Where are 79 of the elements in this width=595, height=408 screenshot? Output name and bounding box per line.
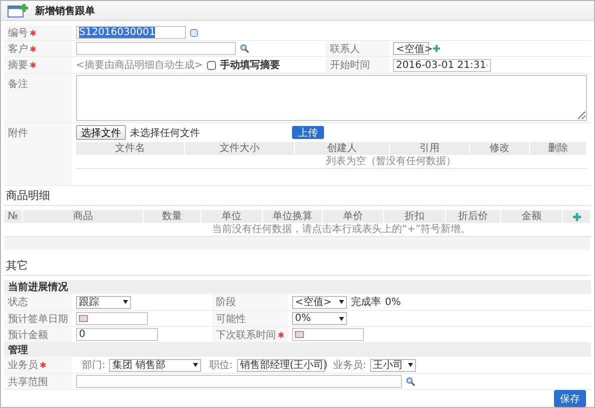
picker-label: 职位: — [209, 359, 233, 372]
add-icon[interactable] — [433, 45, 440, 52]
field-label: 状态 — [8, 296, 28, 309]
page-title: 新增销售跟单 — [35, 4, 95, 18]
text-field[interactable]: 0 — [76, 328, 158, 341]
date-field[interactable] — [76, 312, 148, 325]
text-area[interactable] — [76, 75, 587, 121]
field-label: 业务员 — [8, 358, 38, 372]
field-label: 开始时间 — [330, 58, 370, 72]
subsection-title: 当前进展情况 — [8, 280, 68, 294]
dropdown[interactable]: 王小司 — [370, 358, 416, 372]
add-icon[interactable] — [572, 212, 580, 220]
column-header: 折后价 — [446, 210, 501, 223]
column-header: 文件名 — [76, 142, 185, 155]
column-header: 引用 — [390, 142, 470, 155]
text-field[interactable] — [76, 375, 402, 388]
required-icon — [30, 46, 36, 52]
column-header: 创建人 — [295, 142, 390, 155]
field-label: 摘要 — [8, 58, 28, 72]
column-header: 金额 — [501, 210, 563, 223]
refresh-icon[interactable] — [190, 28, 198, 36]
text-field[interactable]: S12016030001 — [76, 26, 186, 39]
upload-button[interactable]: 上传 — [292, 126, 324, 139]
field-label: 编号 — [8, 26, 28, 40]
checkbox[interactable] — [206, 60, 216, 70]
rate-label: 完成率 — [351, 296, 381, 309]
caret-icon — [339, 300, 344, 304]
search-icon[interactable] — [240, 44, 249, 53]
dropdown[interactable]: 0% — [292, 312, 347, 325]
date-field[interactable] — [292, 328, 364, 341]
section-title: 商品明细 — [6, 188, 50, 203]
field-label: 可能性 — [216, 312, 246, 326]
required-icon — [40, 362, 46, 368]
file-status: 未选择任何文件 — [130, 126, 200, 140]
required-icon — [30, 30, 36, 36]
column-header: 单位换算 — [263, 210, 323, 223]
checkbox-label[interactable]: 手动填写摘要 — [220, 58, 280, 72]
section-title: 其它 — [6, 258, 28, 273]
dropdown[interactable]: 集团 销售部 — [109, 358, 202, 372]
field-label: 下次联系时间 — [216, 328, 276, 342]
caret-icon — [339, 316, 344, 320]
column-header: 数量 — [144, 210, 201, 223]
field-label: 预计签单日期 — [8, 312, 68, 326]
column-header: 单位 — [201, 210, 263, 223]
required-icon — [30, 62, 36, 68]
picker-label: 业务员: — [332, 358, 366, 372]
dropdown[interactable]: 销售部经理(王小司) — [236, 358, 325, 372]
column-header: 折扣 — [384, 210, 446, 223]
column-header: 删除 — [530, 142, 587, 155]
field-label: 附件 — [8, 127, 28, 140]
rate-value: 0% — [385, 296, 401, 308]
field-label: 阶段 — [216, 296, 236, 309]
empty-message: 列表为空（暂没有任何数据） — [76, 155, 587, 169]
required-icon — [278, 332, 284, 338]
dropdown[interactable]: 跟踪 — [76, 296, 131, 308]
column-header: 修改 — [470, 142, 530, 155]
caret-icon — [408, 363, 414, 367]
field-label: 客户 — [8, 42, 28, 56]
choose-file-button[interactable]: 选择文件 — [76, 125, 126, 140]
column-header: 商品 — [23, 210, 144, 223]
picker-label: 部门: — [82, 358, 106, 372]
date-field[interactable]: 2016-03-01 21:31 — [393, 58, 491, 72]
field-label: 预计金额 — [8, 328, 48, 342]
subsection-title: 管理 — [8, 344, 28, 357]
caret-icon — [123, 300, 128, 304]
caret-icon — [193, 363, 198, 367]
dropdown[interactable]: <空值> — [292, 296, 347, 308]
field-label: 联系人 — [330, 42, 360, 56]
column-header: 单价 — [323, 210, 384, 223]
save-button[interactable]: 保存 — [554, 390, 586, 407]
field-label: 备注 — [8, 78, 28, 91]
summary-hint: <摘要由商品明细自动生成> — [76, 58, 203, 72]
field-label: 共享范围 — [8, 376, 48, 388]
column-header: 文件大小 — [185, 142, 295, 155]
add-document-icon — [7, 3, 29, 18]
text-field[interactable] — [76, 42, 236, 55]
column-header: № — [4, 210, 23, 223]
search-icon[interactable] — [406, 377, 415, 386]
empty-message[interactable]: 当前没有任何数据，请点击本行或表头上的“+”符号新增。 — [4, 223, 591, 237]
